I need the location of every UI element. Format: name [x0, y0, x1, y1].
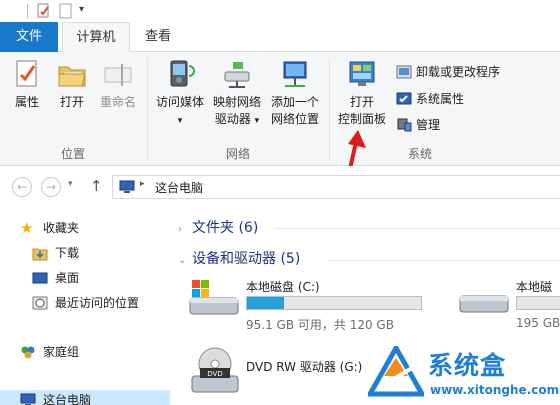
breadcrumb-chevron-icon[interactable]: ▸ [140, 179, 145, 189]
section-divider [274, 228, 560, 229]
recent-locations-icon[interactable]: ▾ [68, 179, 73, 189]
dvd-drive-icon: DVD [191, 347, 239, 393]
access-media-label: 访问媒体 [155, 95, 204, 109]
map-drive-label-2: 驱动器 [214, 112, 251, 126]
up-arrow-icon[interactable]: ↑ [90, 177, 103, 195]
system-properties-label: 系统属性 [416, 92, 465, 106]
nav-favorites-label: 收藏夹 [43, 221, 80, 235]
open-folder-icon [58, 66, 86, 87]
local-disk-icon [459, 295, 509, 313]
nav-desktop-label: 桌面 [55, 271, 80, 285]
access-media-button[interactable]: 访问媒体 ▾ [152, 58, 208, 130]
drive-d[interactable]: 本地磁 195 GB [458, 276, 560, 338]
downloads-folder-icon [32, 248, 48, 261]
add-location-label-1: 添加一个 [270, 95, 319, 109]
folders-section-label: 文件夹 (6) [192, 220, 259, 236]
recent-places-icon [32, 296, 48, 310]
open-cp-label-1: 打开 [349, 95, 374, 109]
network-monitor-icon [283, 61, 307, 87]
drive-c-usage-bar [246, 296, 422, 310]
computer-icon [119, 180, 135, 193]
breadcrumb-this-pc[interactable]: 这台电脑 [155, 179, 203, 196]
drive-d-name: 本地磁 [516, 280, 553, 294]
drive-c-usage-fill [247, 297, 284, 309]
tab-computer[interactable]: 计算机 [62, 22, 130, 53]
uninstall-label: 卸载或更改程序 [416, 65, 501, 79]
drive-dvd-name: DVD RW 驱动器 (G:) [246, 360, 363, 374]
manage-label: 管理 [416, 118, 441, 132]
programs-icon [396, 65, 412, 79]
properties-icon [16, 60, 37, 87]
address-bar[interactable]: ▸ 这台电脑 [112, 175, 560, 199]
computer-icon [20, 393, 36, 405]
devices-section-label: 设备和驱动器 (5) [192, 251, 301, 267]
control-panel-icon [349, 61, 375, 86]
map-drive-label-1: 映射网络 [212, 95, 261, 109]
watermark-url: www.xitonghe.com [430, 383, 560, 397]
rename-icon [104, 64, 132, 86]
homegroup-icon [21, 346, 35, 359]
drive-c-size: 95.1 GB 可用，共 120 GB [246, 318, 394, 332]
collapse-chevron-icon: ⌄ [178, 255, 187, 266]
expand-chevron-icon: › [178, 224, 182, 235]
drive-d-usage-bar [516, 296, 560, 310]
location-group: 属性 打开 重命名 位置 [0, 52, 146, 166]
navigation-pane: ★ 收藏夹 下载 桌面 最近访问的位置 家庭组 这台电脑 [0, 208, 170, 405]
back-arrow-icon: ← [16, 180, 28, 194]
properties-button[interactable]: 属性 [6, 58, 48, 111]
location-group-label: 位置 [60, 147, 85, 161]
drive-d-size: 195 GB [516, 316, 560, 330]
drive-c-name: 本地磁盘 (C:) [246, 280, 320, 294]
open-label: 打开 [59, 95, 84, 109]
devices-section-header[interactable]: ⌄ 设备和驱动器 (5) [178, 248, 300, 270]
open-control-panel-button[interactable]: 打开 控制面板 [334, 58, 390, 128]
add-network-location-button[interactable]: 添加一个 网络位置 [266, 58, 324, 128]
nav-recent-label: 最近访问的位置 [55, 296, 140, 310]
nav-this-pc-label: 这台电脑 [43, 393, 92, 405]
quick-access-toolbar: ▾ [0, 0, 560, 22]
tab-file[interactable]: 文件 [0, 22, 58, 52]
forward-arrow-icon: → [45, 180, 57, 194]
address-row: ← → ▾ ↑ ▸ 这台电脑 [0, 166, 560, 208]
nav-downloads-label: 下载 [55, 246, 80, 260]
section-divider [328, 260, 560, 261]
network-group-label: 网络 [225, 147, 250, 161]
open-cp-label-2: 控制面板 [337, 112, 386, 126]
watermark-logo-icon [368, 346, 424, 397]
folders-section-header[interactable]: › 文件夹 (6) [178, 217, 258, 239]
manage-icon [397, 118, 412, 132]
nav-homegroup-label: 家庭组 [43, 345, 80, 359]
ribbon-tabs: 文件 计算机 查看 [0, 22, 560, 53]
forward-button[interactable]: → [41, 177, 61, 197]
toolbar-separator [27, 4, 28, 18]
star-icon: ★ [20, 219, 34, 237]
properties-label: 属性 [14, 95, 39, 109]
rename-button[interactable]: 重命名 [94, 58, 142, 111]
network-group: 访问媒体 ▾ 映射网络 驱动器 ▾ 添加一个 网络位置 网络 [148, 52, 328, 166]
dropdown-arrow-icon: ▾ [177, 116, 183, 126]
map-network-drive-button[interactable]: 映射网络 驱动器 ▾ [210, 58, 264, 130]
media-device-icon [170, 60, 195, 87]
ribbon: 属性 打开 重命名 位置 访问媒体 ▾ 映射网络 驱动器 ▾ 添加一个 网络位置… [0, 52, 560, 166]
add-location-label-2: 网络位置 [270, 112, 319, 126]
rename-label: 重命名 [99, 95, 136, 109]
tab-view[interactable]: 查看 [138, 22, 178, 53]
customize-toolbar-icon[interactable]: ▾ [79, 3, 95, 19]
properties-icon[interactable] [36, 3, 52, 19]
new-folder-icon[interactable] [58, 3, 74, 19]
watermark: 系统盒 www.xitonghe.com [366, 342, 560, 405]
network-drive-icon [224, 62, 250, 88]
system-properties-icon [396, 92, 412, 105]
back-button[interactable]: ← [12, 177, 32, 197]
svg-text:DVD: DVD [207, 370, 222, 378]
local-disk-icon [189, 280, 239, 315]
watermark-brand: 系统盒 [428, 351, 507, 380]
dropdown-arrow-icon: ▾ [254, 116, 260, 126]
drive-c[interactable]: 本地磁盘 (C:) 95.1 GB 可用，共 120 GB [188, 276, 438, 338]
desktop-icon [32, 272, 48, 284]
open-button[interactable]: 打开 [52, 58, 92, 111]
